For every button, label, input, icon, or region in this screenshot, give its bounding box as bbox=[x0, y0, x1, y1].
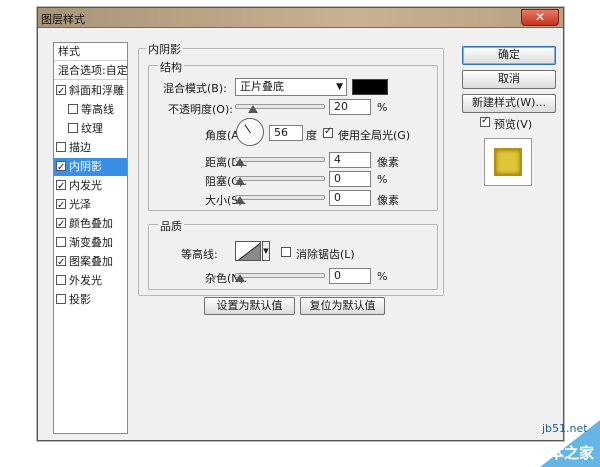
contour-dropdown-arrow-icon[interactable]: ▼ bbox=[262, 241, 270, 261]
blend-mode-select[interactable]: 正片叠底 ▼ bbox=[235, 78, 347, 96]
quality-title: 品质 bbox=[158, 218, 184, 234]
set-default-button[interactable]: 设置为默认值 bbox=[204, 297, 295, 315]
angle-dial-hand bbox=[244, 124, 251, 134]
choke-unit: % bbox=[377, 173, 388, 186]
style-item-inner-glow[interactable]: 内发光 bbox=[54, 177, 127, 196]
size-input[interactable]: 0 bbox=[329, 190, 371, 206]
opacity-slider-thumb[interactable] bbox=[248, 105, 258, 113]
global-light-label: 使用全局光(G) bbox=[338, 129, 411, 142]
size-slider[interactable] bbox=[235, 195, 325, 200]
preview-swatch bbox=[494, 148, 522, 176]
angle-input[interactable]: 56 bbox=[269, 125, 303, 141]
noise-slider[interactable] bbox=[235, 273, 325, 278]
dropdown-arrow-icon: ▼ bbox=[336, 82, 343, 92]
choke-slider-thumb[interactable] bbox=[235, 177, 245, 185]
reset-default-button[interactable]: 复位为默认值 bbox=[300, 297, 385, 315]
outer-glow-checkbox[interactable] bbox=[56, 275, 66, 285]
gradient-overlay-checkbox[interactable] bbox=[56, 237, 66, 247]
distance-slider[interactable] bbox=[235, 157, 325, 162]
watermark-name: 脚本之家 bbox=[534, 444, 595, 462]
style-item-bevel-emboss[interactable]: 斜面和浮雕 bbox=[54, 82, 127, 101]
style-item-drop-shadow[interactable]: 投影 bbox=[54, 291, 127, 309]
style-item-outer-glow[interactable]: 外发光 bbox=[54, 272, 127, 290]
title-bar[interactable]: 图层样式 ✕ bbox=[38, 8, 563, 28]
opacity-unit: % bbox=[377, 101, 388, 114]
distance-slider-thumb[interactable] bbox=[235, 158, 245, 166]
style-item-inner-shadow[interactable]: 内阴影 bbox=[54, 158, 127, 177]
stroke-checkbox[interactable] bbox=[56, 142, 66, 152]
angle-unit: 度 bbox=[306, 129, 317, 142]
contour-label: 等高线: bbox=[181, 248, 218, 261]
choke-input[interactable]: 0 bbox=[329, 171, 371, 187]
style-item-color-overlay[interactable]: 颜色叠加 bbox=[54, 215, 127, 234]
ok-button[interactable]: 确定 bbox=[462, 46, 556, 65]
texture-checkbox[interactable] bbox=[68, 123, 78, 133]
styles-list: 样式 混合选项:自定 斜面和浮雕 等高线 纹理 描边 内阴影 内发光 光泽 颜色… bbox=[53, 42, 128, 434]
color-overlay-checkbox[interactable] bbox=[56, 216, 66, 234]
style-item-contour[interactable]: 等高线 bbox=[54, 101, 127, 119]
style-item-stroke[interactable]: 描边 bbox=[54, 139, 127, 157]
opacity-input[interactable]: 20 bbox=[329, 99, 371, 115]
antialias-checkbox[interactable] bbox=[281, 247, 291, 257]
shadow-color-swatch[interactable] bbox=[352, 79, 388, 95]
contour-curve-icon bbox=[237, 242, 260, 260]
preview-label: 预览(V) bbox=[494, 118, 533, 131]
cancel-button[interactable]: 取消 bbox=[462, 70, 556, 89]
dialog-title: 图层样式 bbox=[41, 13, 85, 26]
bevel-emboss-checkbox[interactable] bbox=[56, 83, 66, 101]
global-light-checkbox[interactable] bbox=[323, 126, 333, 138]
satin-checkbox[interactable] bbox=[56, 197, 66, 215]
contour-picker[interactable] bbox=[235, 241, 261, 261]
opacity-label: 不透明度(O): bbox=[168, 103, 233, 116]
style-item-pattern-overlay[interactable]: 图案叠加 bbox=[54, 253, 127, 272]
style-preview-thumbnail bbox=[484, 138, 532, 186]
size-slider-thumb[interactable] bbox=[235, 196, 245, 204]
noise-unit: % bbox=[377, 270, 388, 283]
antialias-label: 消除锯齿(L) bbox=[296, 248, 355, 261]
watermark: jb51.net 脚本之家 bbox=[520, 420, 600, 467]
distance-unit: 像素 bbox=[377, 156, 399, 169]
layer-style-dialog: 图层样式 ✕ 样式 混合选项:自定 斜面和浮雕 等高线 纹理 描边 内阴影 内发… bbox=[37, 7, 564, 441]
inner-shadow-title: 内阴影 bbox=[146, 41, 183, 57]
watermark-site: jb51.net bbox=[542, 422, 588, 435]
angle-dial[interactable] bbox=[236, 118, 264, 146]
noise-input[interactable]: 0 bbox=[329, 268, 371, 284]
choke-slider[interactable] bbox=[235, 176, 325, 181]
drop-shadow-checkbox[interactable] bbox=[56, 294, 66, 304]
style-item-satin[interactable]: 光泽 bbox=[54, 196, 127, 215]
style-item-texture[interactable]: 纹理 bbox=[54, 120, 127, 138]
noise-slider-thumb[interactable] bbox=[235, 274, 245, 282]
styles-header[interactable]: 样式 bbox=[54, 43, 127, 61]
structure-title: 结构 bbox=[158, 59, 184, 75]
inner-shadow-checkbox[interactable] bbox=[56, 159, 66, 177]
preview-checkbox[interactable] bbox=[480, 115, 490, 127]
blend-mode-label: 混合模式(B): bbox=[163, 82, 227, 95]
size-unit: 像素 bbox=[377, 194, 399, 207]
pattern-overlay-checkbox[interactable] bbox=[56, 254, 66, 272]
style-item-gradient-overlay[interactable]: 渐变叠加 bbox=[54, 234, 127, 252]
contour-checkbox[interactable] bbox=[68, 104, 78, 114]
blend-options-item[interactable]: 混合选项:自定 bbox=[54, 62, 128, 80]
close-button[interactable]: ✕ bbox=[521, 9, 559, 26]
new-style-button[interactable]: 新建样式(W)... bbox=[462, 94, 556, 113]
distance-input[interactable]: 4 bbox=[329, 152, 371, 168]
inner-glow-checkbox[interactable] bbox=[56, 178, 66, 196]
